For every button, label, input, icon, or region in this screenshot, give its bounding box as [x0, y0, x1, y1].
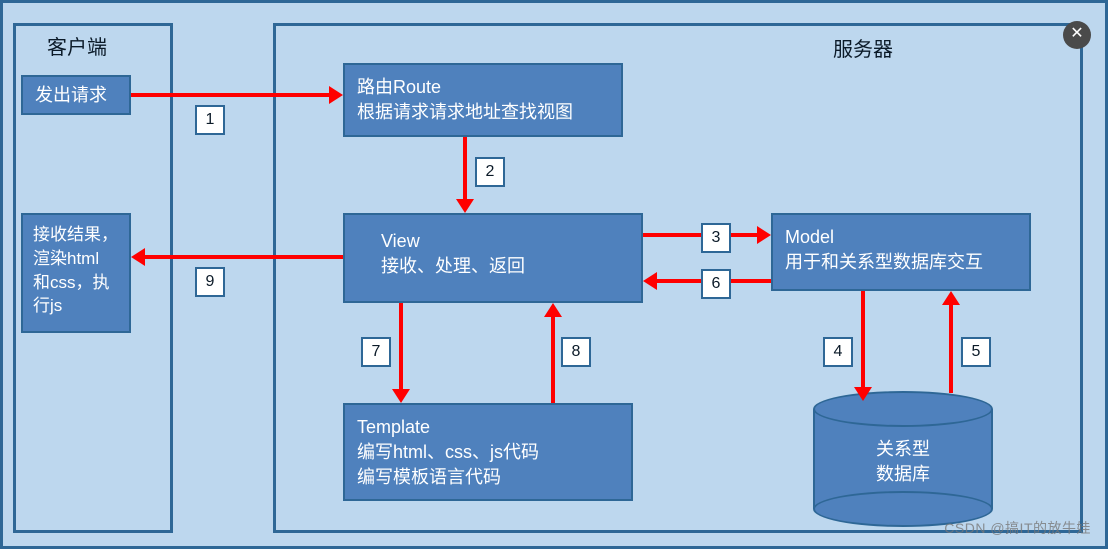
- template-line2: 编写html、css、js代码: [357, 440, 619, 465]
- arrow-7-head: [392, 389, 410, 403]
- step-8: 8: [561, 337, 591, 367]
- node-route: 路由Route 根据请求请求地址查找视图: [343, 63, 623, 137]
- arrow-9: [145, 255, 343, 259]
- close-icon: ✕: [1070, 25, 1083, 42]
- node-database: 关系型 数据库: [813, 391, 993, 521]
- route-line1: 路由Route: [357, 75, 609, 100]
- route-line2: 根据请求请求地址查找视图: [357, 100, 609, 125]
- client-title: 客户端: [47, 31, 107, 60]
- step-7: 7: [361, 337, 391, 367]
- db-line1: 关系型: [813, 437, 993, 462]
- close-button[interactable]: ✕: [1063, 21, 1091, 49]
- arrow-8: [551, 317, 555, 403]
- arrow-5-head: [942, 291, 960, 305]
- server-title: 服务器: [833, 33, 893, 62]
- template-line3: 编写模板语言代码: [357, 465, 619, 490]
- db-line2: 数据库: [813, 462, 993, 487]
- step-3: 3: [701, 223, 731, 253]
- db-top: [813, 391, 993, 427]
- arrow-2-head: [456, 199, 474, 213]
- result-line3: 和css，执: [33, 271, 119, 295]
- model-line1: Model: [785, 225, 1017, 250]
- step-4: 4: [823, 337, 853, 367]
- arrow-4-head: [854, 387, 872, 401]
- diagram-stage: 客户端 服务器 发出请求 接收结果， 渲染html 和css，执 行js 路由R…: [0, 0, 1108, 549]
- template-line1: Template: [357, 415, 619, 440]
- model-line2: 用于和关系型数据库交互: [785, 250, 1017, 275]
- step-9: 9: [195, 267, 225, 297]
- arrow-6-head: [643, 272, 657, 290]
- node-model: Model 用于和关系型数据库交互: [771, 213, 1031, 291]
- step-5: 5: [961, 337, 991, 367]
- arrow-3-head: [757, 226, 771, 244]
- node-request-text: 发出请求: [35, 85, 107, 105]
- arrow-4: [861, 291, 865, 389]
- arrow-1-head: [329, 86, 343, 104]
- step-6: 6: [701, 269, 731, 299]
- node-template: Template 编写html、css、js代码 编写模板语言代码: [343, 403, 633, 501]
- arrow-3: [643, 233, 757, 237]
- arrow-9-head: [131, 248, 145, 266]
- step-1: 1: [195, 105, 225, 135]
- arrow-5: [949, 305, 953, 393]
- result-line2: 渲染html: [33, 247, 119, 271]
- arrow-7: [399, 303, 403, 389]
- result-line1: 接收结果，: [33, 223, 119, 247]
- view-line2: 接收、处理、返回: [381, 254, 629, 279]
- result-line4: 行js: [33, 294, 119, 318]
- node-result: 接收结果， 渲染html 和css，执 行js: [21, 213, 131, 333]
- watermark-text: CSDN @搞IT的放牛娃: [944, 518, 1091, 538]
- view-line1: View: [381, 229, 629, 254]
- arrow-8-head: [544, 303, 562, 317]
- arrow-1: [131, 93, 329, 97]
- step-2: 2: [475, 157, 505, 187]
- arrow-2: [463, 137, 467, 199]
- node-view: View 接收、处理、返回: [343, 213, 643, 303]
- node-request: 发出请求: [21, 75, 131, 115]
- db-label: 关系型 数据库: [813, 437, 993, 487]
